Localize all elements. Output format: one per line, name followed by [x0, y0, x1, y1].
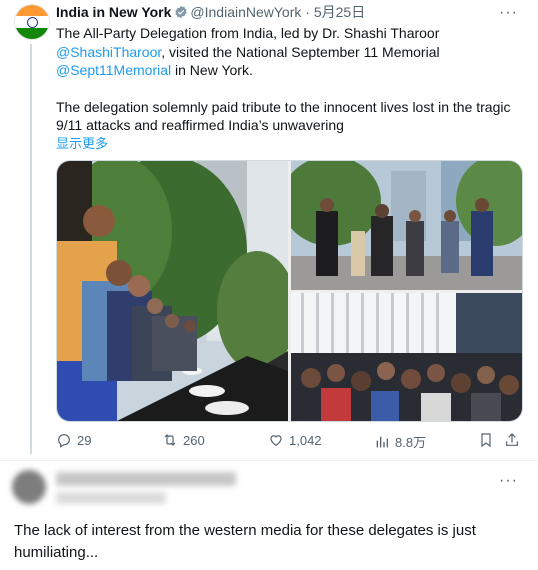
retweet-button[interactable]: 260 [162, 432, 205, 448]
photo-memorial-tribute[interactable] [57, 161, 288, 421]
verified-badge-icon [175, 5, 188, 19]
divider [0, 460, 538, 461]
tweet-paragraph-2: The delegation solemnly paid tribute to … [56, 98, 511, 134]
photo-crowd-selfies[interactable] [291, 293, 522, 421]
mention-shashitharoor[interactable]: @ShashiTharoor [56, 44, 161, 60]
reply-button[interactable]: 29 [56, 432, 91, 448]
photo-memorial-tribute-image [57, 161, 288, 421]
photo-crowd-selfies-image [291, 293, 522, 421]
tweet-header: India in New York @IndiainNewYork · 5月25日 [56, 4, 365, 20]
avatar-india-flag[interactable] [14, 4, 50, 40]
tweet-actions: 29 260 1,042 8.8万 [56, 432, 526, 452]
media-grid [56, 160, 523, 422]
author-name[interactable]: India in New York [56, 4, 171, 20]
tweet-text-part: in New York. [171, 62, 253, 78]
like-button[interactable]: 1,042 [268, 432, 322, 448]
ashoka-chakra-icon [27, 17, 38, 28]
share-icon [506, 433, 518, 446]
views-icon [376, 436, 388, 447]
reply-icon [58, 434, 70, 448]
photo-delegation-walking[interactable] [291, 161, 522, 290]
views-button[interactable]: 8.8万 [374, 432, 426, 451]
reply-text: The lack of interest from the western me… [14, 522, 476, 561]
like-count: 1,042 [289, 432, 322, 448]
share-button[interactable] [504, 432, 520, 448]
retweet-count: 260 [183, 432, 205, 448]
mention-sept11memorial[interactable]: @Sept11Memorial [56, 62, 171, 78]
reply-more-icon[interactable]: ··· [499, 472, 518, 490]
photo-delegation-walking-image [291, 161, 522, 290]
author-handle[interactable]: @IndiainNewYork [190, 4, 301, 20]
tweet-date[interactable]: 5月25日 [314, 4, 365, 20]
bookmark-button[interactable] [478, 432, 494, 448]
reply-avatar[interactable] [12, 470, 46, 504]
more-icon[interactable]: ··· [499, 4, 518, 22]
date-separator: · [305, 4, 310, 20]
reply-handle-redacted [56, 492, 166, 504]
tweet-text-part: The All-Party Delegation from India, led… [56, 25, 440, 41]
thread-line [30, 44, 32, 454]
reply-count: 29 [77, 432, 92, 448]
retweet-icon [164, 434, 176, 446]
tweet-text-part: , visited the National September 11 Memo… [161, 43, 440, 60]
views-count: 8.8万 [395, 435, 427, 450]
reply-author-redacted [56, 472, 236, 486]
tweet-text: The All-Party Delegation from India, led… [56, 24, 516, 153]
bookmark-icon [481, 433, 491, 448]
show-more-link[interactable]: 显示更多 [56, 135, 516, 154]
like-icon [270, 435, 282, 447]
